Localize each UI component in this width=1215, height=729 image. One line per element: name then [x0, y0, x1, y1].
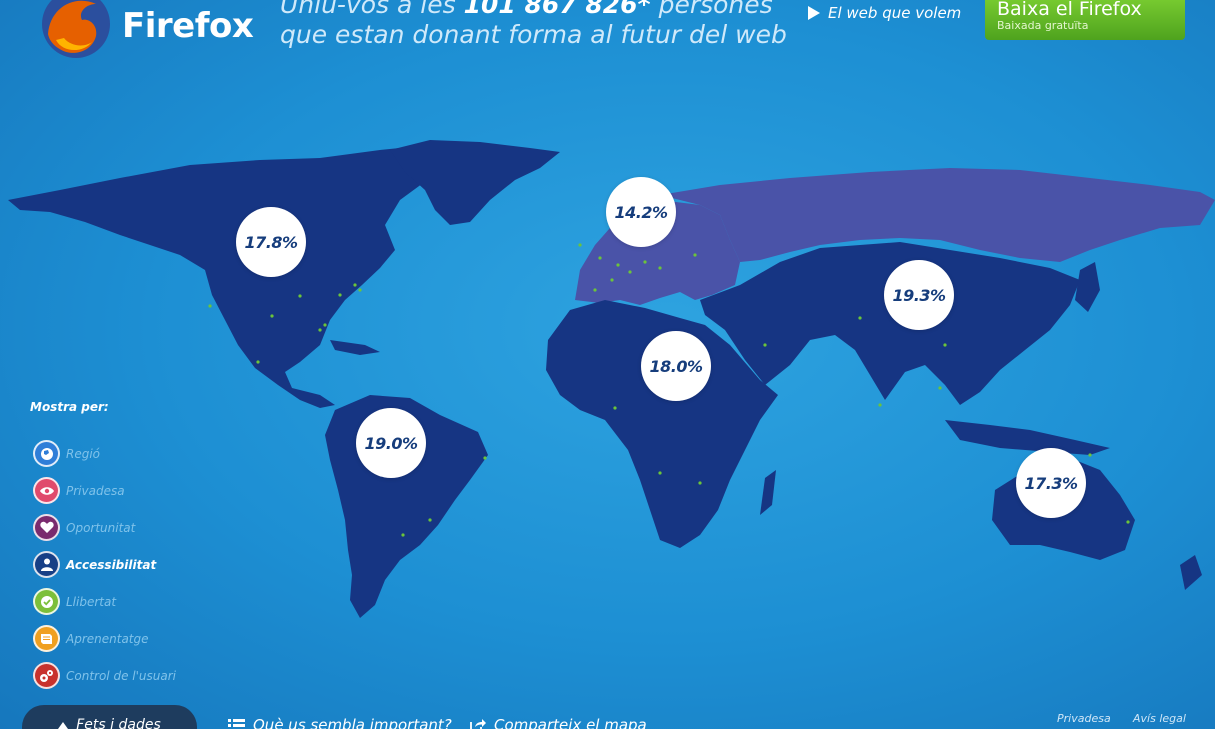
chevron-up-icon	[58, 721, 69, 729]
headline-count: 101 867 826*	[463, 0, 651, 19]
facts-tab-label: Fets i dades	[76, 717, 161, 729]
filter-label: Aprenentatge	[66, 631, 149, 646]
filter-list: Regió Privadesa Oportunitat Accessibilit…	[33, 435, 176, 694]
filter-item-opportunity[interactable]: Oportunitat	[33, 509, 176, 546]
web-link-label: El web que volem	[828, 4, 962, 22]
filter-label: Accessibilitat	[66, 557, 157, 572]
filter-item-privacy[interactable]: Privadesa	[33, 472, 176, 509]
download-subtitle: Baixada gratuïta	[997, 19, 1089, 32]
person-icon	[33, 551, 60, 578]
list-icon	[228, 718, 245, 729]
filter-title: Mostra per:	[30, 400, 109, 414]
region-bubble-europe[interactable]: 14.2%	[606, 177, 676, 247]
heart-icon	[33, 514, 60, 541]
share-map-label: Comparteix el mapa	[494, 716, 647, 729]
map-japan[interactable]	[1075, 262, 1100, 312]
world-map[interactable]	[0, 0, 1215, 729]
filter-item-user-control[interactable]: Control de l'usuari	[33, 657, 176, 694]
legal-link[interactable]: Avís legal	[1133, 712, 1186, 725]
gears-icon	[33, 662, 60, 689]
filter-label: Regió	[66, 446, 101, 461]
filter-label: Control de l'usuari	[66, 668, 176, 683]
headline-pre: Uniu-vos a les	[280, 0, 464, 19]
firefox-wordmark: Firefox	[122, 6, 254, 46]
map-madagascar[interactable]	[760, 470, 776, 515]
web-we-want-link[interactable]: El web que volem	[808, 4, 961, 22]
filter-label: Oportunitat	[66, 520, 136, 535]
play-icon	[808, 6, 820, 20]
check-icon	[33, 588, 60, 615]
region-bubble-asia[interactable]: 19.3%	[884, 260, 954, 330]
map-russia[interactable]	[660, 168, 1215, 262]
headline: Uniu-vos a les 101 867 826* persones que…	[280, 0, 800, 50]
region-bubble-africa[interactable]: 18.0%	[641, 331, 711, 401]
region-bubble-oceania[interactable]: 17.3%	[1016, 448, 1086, 518]
map-caribbean[interactable]	[330, 340, 380, 355]
filter-label: Privadesa	[66, 483, 125, 498]
filter-item-learning[interactable]: Aprenentatge	[33, 620, 176, 657]
region-bubble-south-america[interactable]: 19.0%	[356, 408, 426, 478]
book-icon	[33, 625, 60, 652]
privacy-link[interactable]: Privadesa	[1057, 712, 1111, 725]
download-firefox-button[interactable]: Baixa el Firefox Baixada gratuïta	[985, 0, 1185, 40]
firefox-globe-icon	[42, 0, 110, 58]
share-icon	[470, 719, 486, 729]
filter-item-region[interactable]: Regió	[33, 435, 176, 472]
firefox-logo[interactable]: Firefox	[38, 0, 254, 62]
facts-tab[interactable]: Fets i dades	[22, 705, 197, 729]
eye-icon	[33, 477, 60, 504]
map-indonesia[interactable]	[945, 420, 1110, 455]
download-title: Baixa el Firefox	[997, 0, 1142, 20]
filter-item-freedom[interactable]: Llibertat	[33, 583, 176, 620]
filter-label: Llibertat	[66, 594, 117, 609]
important-link[interactable]: Què us sembla important?	[228, 716, 452, 729]
filter-item-accessibility[interactable]: Accessibilitat	[33, 546, 176, 583]
globe-icon	[33, 440, 60, 467]
region-bubble-north-america[interactable]: 17.8%	[236, 207, 306, 277]
share-map-link[interactable]: Comparteix el mapa	[470, 716, 647, 729]
map-new-zealand[interactable]	[1180, 555, 1202, 590]
important-link-label: Què us sembla important?	[253, 716, 452, 729]
